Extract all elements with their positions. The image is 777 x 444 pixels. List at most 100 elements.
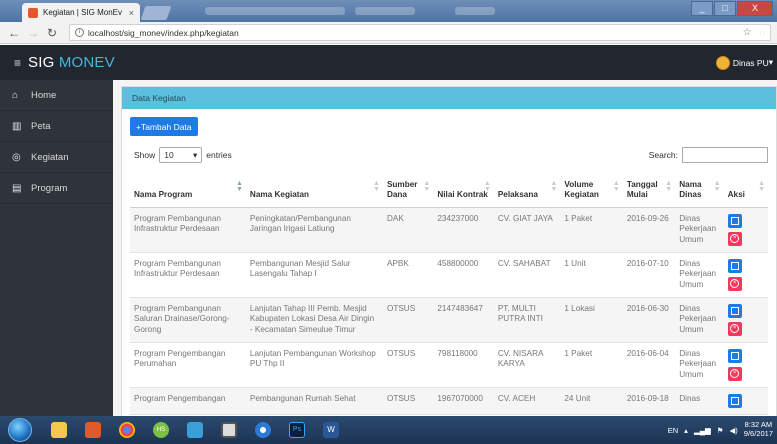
bookmark-star-icon[interactable]: ☆ [743, 27, 752, 38]
table-row: Program Pembangunan Infrastruktur Perdes… [130, 252, 768, 298]
cell-nilai-kontrak: 798118000 [433, 342, 494, 388]
info-icon[interactable]: i [75, 28, 84, 37]
xampp-favicon-icon [28, 7, 38, 18]
column-header-volume-kegiatan[interactable]: Volume Kegiatan ▲ ▼ [560, 175, 623, 208]
column-header-aksi[interactable]: Aksi ▲ ▼ [723, 175, 768, 208]
document-icon: ▤ [12, 182, 22, 194]
forward-arrow-icon[interactable]: → [25, 26, 41, 40]
delete-button[interactable]: × [727, 366, 742, 381]
delete-icon: × [730, 324, 740, 333]
panel-title: Data Kegiatan [122, 87, 776, 109]
delete-icon: × [730, 279, 740, 288]
start-button[interactable] [8, 418, 32, 442]
column-header-pelaksana[interactable]: Pelaksana ▲ ▼ [493, 175, 561, 208]
cell-nama-kegiatan: Lanjutan Pembangunan Workshop PU Thp II [245, 342, 383, 388]
edit-button[interactable] [727, 303, 742, 318]
cell-nama-program: Program Pembangunan Infrastruktur Perdes… [130, 252, 246, 298]
sidebar-item-program[interactable]: ▤ Program [0, 173, 113, 204]
app-header: ≡ SIG MONEV Dinas PU ▾ [0, 45, 777, 80]
browser-icon[interactable] [248, 419, 278, 441]
sort-icon: ▲ ▼ [612, 180, 620, 193]
home-icon: ⌂ [12, 89, 19, 101]
tab-close-icon[interactable]: × [129, 8, 134, 18]
column-header-nama-kegiatan[interactable]: Nama Kegiatan ▲ ▼ [245, 175, 383, 208]
delete-button[interactable]: × [727, 276, 742, 291]
volume-icon[interactable]: ◀) [730, 426, 738, 435]
network-icon[interactable] [180, 419, 210, 441]
maximize-button[interactable]: □ [714, 1, 736, 16]
edit-button[interactable] [727, 213, 742, 228]
extension-icon[interactable]: ◌ [760, 28, 765, 38]
cell-tanggal-mulai: 2016-09-26 [622, 207, 676, 253]
clock[interactable]: 8:32 AM 9/6/2017 [744, 421, 773, 438]
sidebar-item-kegiatan[interactable]: ◎ Kegiatan [0, 142, 113, 173]
back-arrow-icon[interactable]: ← [6, 26, 22, 40]
cell-nama-program: Program Pembangunan Infrastruktur Perdes… [130, 207, 246, 253]
search-input[interactable] [682, 147, 768, 163]
column-header-sumber-dana[interactable]: Sumber Dana ▲ ▼ [382, 175, 434, 208]
add-data-button[interactable]: +Tambah Data [130, 117, 198, 136]
sidebar-item-home[interactable]: ⌂ Home [0, 80, 113, 111]
brand-logo[interactable]: SIG MONEV [28, 54, 115, 71]
chevron-down-icon: ▾ [768, 57, 773, 67]
hs-icon[interactable]: HS [146, 419, 176, 441]
reload-icon[interactable]: ↻ [44, 26, 60, 40]
sidebar-item-label: Program [31, 182, 68, 194]
column-header-tanggal-mulai[interactable]: Tanggal Mulai ▲ ▼ [622, 175, 676, 208]
cell-aksi [723, 387, 768, 415]
search-control: Search: [649, 147, 768, 163]
cell-nama-program: Program Pengembangan Perumahan [130, 342, 246, 388]
language-indicator[interactable]: EN [668, 426, 678, 435]
word-icon[interactable]: W [316, 419, 346, 441]
target-icon: ◎ [12, 151, 21, 163]
cell-sumber-dana: OTSUS [382, 387, 434, 415]
photoshop-icon[interactable]: Ps [282, 419, 312, 441]
signal-icon[interactable]: ▂▄▆ [694, 426, 711, 435]
edit-button[interactable] [727, 258, 742, 273]
browser-tab[interactable]: Kegiatan | SIG MonEv × [22, 3, 140, 22]
entries-select[interactable]: 10 ▾ [159, 147, 203, 163]
sort-icon: ▲ ▼ [423, 180, 431, 193]
chrome-icon[interactable] [112, 419, 142, 441]
table-row: Program Pembangunan Infrastruktur Perdes… [130, 207, 768, 253]
folder-icon[interactable] [44, 419, 74, 441]
row-actions: × [727, 258, 764, 291]
edit-icon [730, 396, 739, 405]
user-menu[interactable]: Dinas PU ▾ [715, 55, 773, 70]
column-header-nama-dinas[interactable]: Nama Dinas ▲ ▼ [675, 175, 724, 208]
delete-button[interactable]: × [727, 231, 742, 246]
cell-nilai-kontrak: 2147483647 [433, 297, 494, 343]
data-panel: Data Kegiatan +Tambah Data Show 10 ▾ ent… [121, 86, 777, 416]
hamburger-menu-icon[interactable]: ≡ [14, 56, 21, 70]
sidebar-item-label: Peta [31, 120, 51, 132]
cell-nama-dinas: Dinas Pekerjaan Umum [675, 297, 724, 343]
avatar [715, 55, 730, 70]
cell-nama-dinas: Dinas [675, 387, 724, 415]
xampp-icon[interactable] [78, 419, 108, 441]
window-close-button[interactable]: X [737, 1, 773, 16]
tray-arrow-icon[interactable]: ▴ [684, 426, 688, 435]
cell-tanggal-mulai: 2016-09-18 [622, 387, 676, 415]
cell-nama-kegiatan: Pembangunan Mesjid Salur Lasengalu Tahap… [245, 252, 383, 298]
delete-button[interactable]: × [727, 321, 742, 336]
table-row: Program Pembangunan Saluran Drainase/Gor… [130, 297, 768, 343]
browser-tab-bar: Kegiatan | SIG MonEv × _ □ X [0, 0, 777, 22]
url-field[interactable]: i localhost/sig_monev/index.php/kegiatan… [69, 24, 771, 41]
new-tab-button[interactable] [140, 6, 172, 20]
column-header-nama-program[interactable]: Nama Program ▲ ▼ [130, 175, 246, 208]
sidebar-item-peta[interactable]: ▥ Peta [0, 111, 113, 142]
edit-button[interactable] [727, 393, 742, 408]
table-row: Program Pengembangan Pembangunan Rumah Se… [130, 387, 768, 415]
table-header-row: Nama Program ▲ ▼ Nama Kegiatan ▲ ▼ Sumber Da… [130, 175, 768, 208]
column-header-nilai-kontrak[interactable]: Nilai Kontrak ▲ ▼ [433, 175, 494, 208]
cell-tanggal-mulai: 2016-06-30 [622, 297, 676, 343]
cell-volume: 1 Lokasi [560, 297, 623, 343]
minimize-button[interactable]: _ [691, 1, 713, 16]
flag-icon[interactable]: ⚑ [717, 426, 724, 435]
url-text: localhost/sig_monev/index.php/kegiatan [88, 27, 239, 38]
window-icon[interactable] [214, 419, 244, 441]
entries-control: Show 10 ▾ entries [134, 147, 232, 163]
sort-icon: ▲ ▼ [665, 180, 673, 193]
edit-button[interactable] [727, 348, 742, 363]
cell-nama-dinas: Dinas Pekerjaan Umum [675, 207, 724, 253]
